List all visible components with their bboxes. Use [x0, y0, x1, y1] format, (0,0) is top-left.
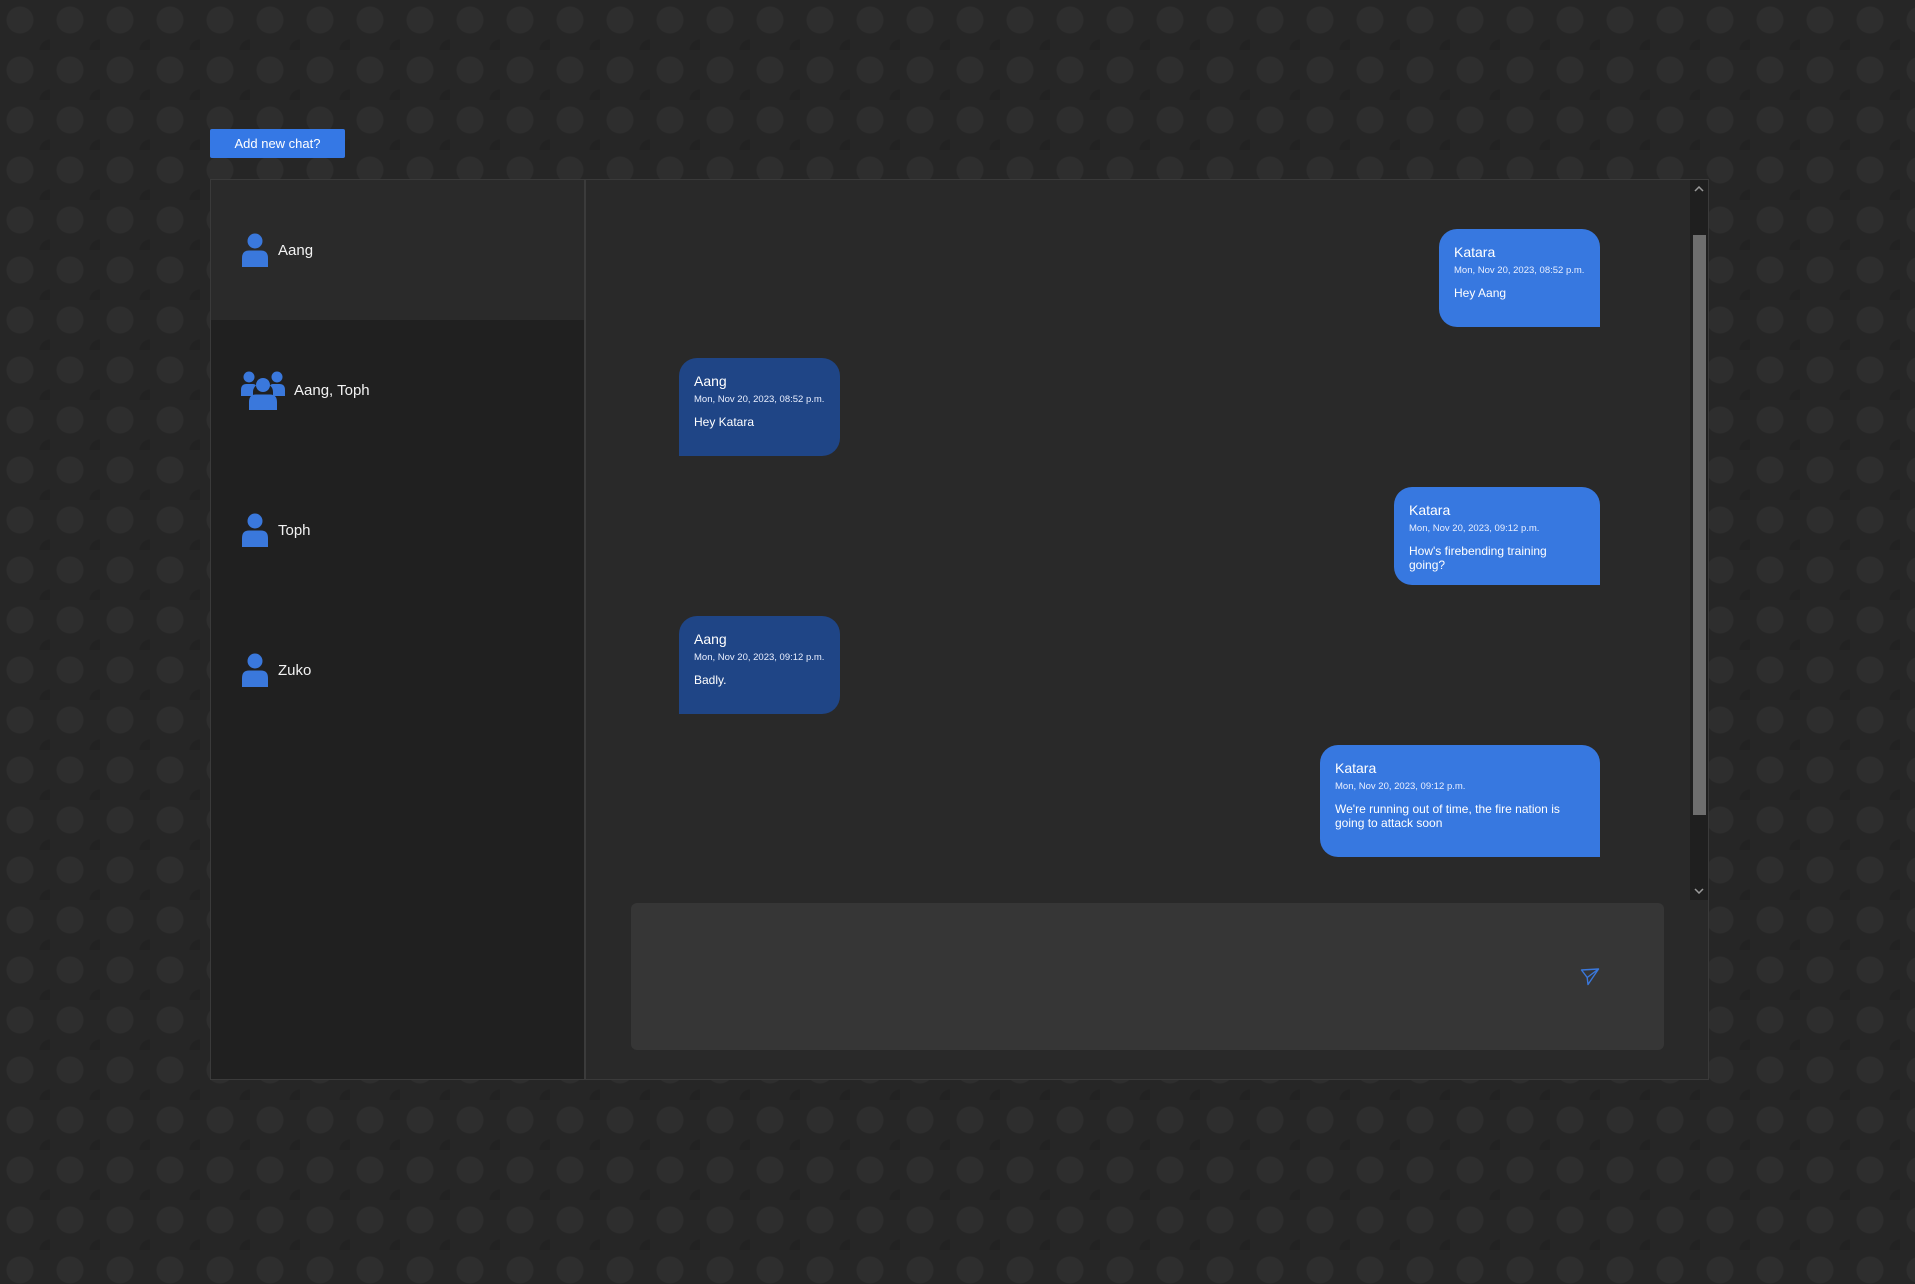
chat-app-window: Aang Aang, Toph Toph Zuko Katara Mon, No…	[210, 179, 1709, 1080]
conversation-panel: Katara Mon, Nov 20, 2023, 08:52 p.m. Hey…	[586, 180, 1708, 1079]
send-button[interactable]	[1579, 966, 1601, 988]
message-timestamp: Mon, Nov 20, 2023, 09:12 p.m.	[1409, 523, 1540, 534]
user-icon	[241, 233, 269, 267]
message-sender: Katara	[1335, 760, 1377, 776]
chat-list-sidebar: Aang Aang, Toph Toph Zuko	[211, 180, 586, 1079]
user-icon	[241, 513, 269, 547]
message-timestamp: Mon, Nov 20, 2023, 09:12 p.m.	[1335, 781, 1466, 792]
message-sender: Aang	[694, 631, 727, 647]
message-sender: Katara	[1409, 502, 1451, 518]
message-bubble: Katara Mon, Nov 20, 2023, 09:12 p.m. We'…	[1320, 745, 1600, 857]
chat-item-label: Toph	[278, 521, 311, 539]
message-text: How's firebending training going?	[1409, 544, 1547, 572]
scrollbar-thumb[interactable]	[1693, 235, 1706, 815]
add-new-chat-button[interactable]: Add new chat?	[210, 129, 345, 158]
message-text: Hey Aang	[1454, 286, 1507, 300]
send-icon	[1580, 968, 1600, 986]
message-composer	[631, 903, 1664, 1050]
message-sender: Katara	[1454, 244, 1496, 260]
message-input[interactable]	[631, 903, 1561, 1050]
message-timestamp: Mon, Nov 20, 2023, 08:52 p.m.	[694, 394, 825, 405]
message-bubble: Katara Mon, Nov 20, 2023, 08:52 p.m. Hey…	[1439, 229, 1600, 327]
chat-item-aang-toph[interactable]: Aang, Toph	[211, 320, 584, 460]
message-scrollbar[interactable]	[1690, 180, 1708, 900]
group-icon	[241, 370, 285, 410]
message-timestamp: Mon, Nov 20, 2023, 09:12 p.m.	[694, 652, 825, 663]
user-icon	[241, 653, 269, 687]
message-list[interactable]: Katara Mon, Nov 20, 2023, 08:52 p.m. Hey…	[586, 180, 1690, 900]
chat-item-toph[interactable]: Toph	[211, 460, 584, 600]
message-bubble: Aang Mon, Nov 20, 2023, 09:12 p.m. Badly…	[679, 616, 840, 714]
message-sender: Aang	[694, 373, 727, 389]
message-text: Hey Katara	[694, 415, 755, 429]
chat-item-label: Aang	[278, 241, 314, 259]
message-bubble: Aang Mon, Nov 20, 2023, 08:52 p.m. Hey K…	[679, 358, 840, 456]
scroll-down-arrow-icon[interactable]	[1690, 882, 1708, 900]
message-text: Badly.	[694, 673, 727, 687]
scroll-up-arrow-icon[interactable]	[1690, 180, 1708, 198]
chat-item-aang[interactable]: Aang	[211, 180, 584, 320]
chat-item-label: Zuko	[278, 661, 312, 679]
chat-item-zuko[interactable]: Zuko	[211, 600, 584, 740]
message-bubble: Katara Mon, Nov 20, 2023, 09:12 p.m. How…	[1394, 487, 1600, 585]
chat-item-label: Aang, Toph	[294, 381, 370, 399]
message-text: We're running out of time, the fire nati…	[1335, 802, 1560, 830]
message-timestamp: Mon, Nov 20, 2023, 08:52 p.m.	[1454, 265, 1585, 276]
